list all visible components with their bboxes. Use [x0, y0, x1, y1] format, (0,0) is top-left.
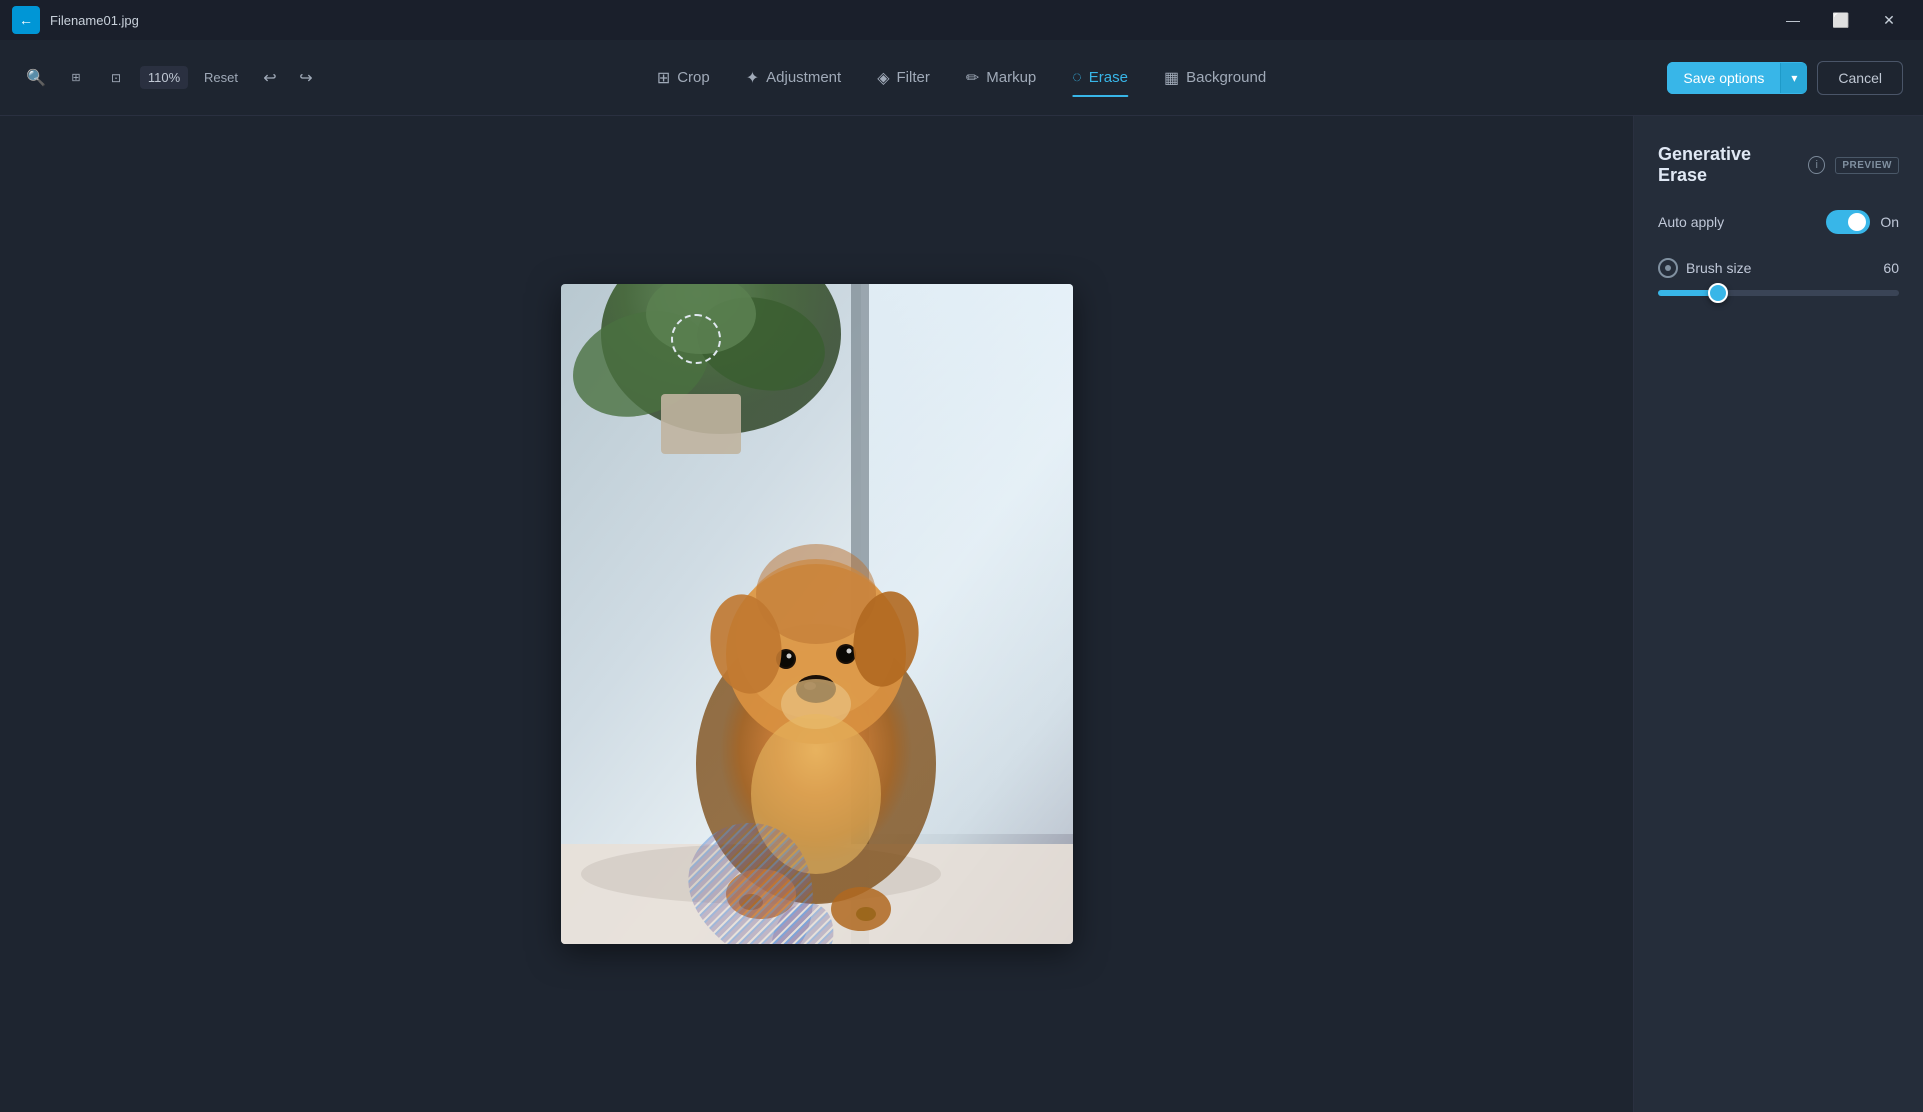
zoom-out-icon: 🔍 — [26, 68, 46, 88]
adjustment-icon: ✦ — [746, 68, 759, 88]
brush-size-slider-track — [1658, 290, 1899, 296]
panel-header: Generative Erase i PREVIEW — [1658, 144, 1899, 186]
zoom-level-display: 110% — [140, 66, 188, 89]
maximize-button[interactable]: ⬜ — [1819, 5, 1863, 35]
undo-redo-controls: ↩ ↪ — [254, 62, 322, 94]
tab-filter-label: Filter — [897, 69, 930, 86]
info-icon-label: i — [1816, 159, 1818, 171]
image-container — [561, 284, 1073, 944]
toolbar-left-controls: 🔍 ⊞ ⊡ 110% Reset ↩ ↪ — [20, 62, 322, 94]
toolbar-right-controls: Save options ▾ Cancel — [1667, 61, 1903, 95]
toggle-group: On — [1826, 210, 1899, 234]
brush-size-header: Brush size 60 — [1658, 258, 1899, 278]
zoom-in-button[interactable]: ⊞ — [60, 62, 92, 94]
back-button[interactable]: ← — [12, 6, 40, 34]
auto-apply-toggle[interactable] — [1826, 210, 1870, 234]
info-icon[interactable]: i — [1808, 156, 1825, 174]
tab-markup[interactable]: ✏ Markup — [950, 60, 1052, 96]
save-options-button[interactable]: Save options ▾ — [1667, 62, 1807, 94]
brush-label-group: Brush size — [1658, 258, 1751, 278]
filename-label: Filename01.jpg — [50, 13, 139, 28]
filter-icon: ◈ — [877, 68, 889, 88]
zoom-out-button[interactable]: 🔍 — [20, 62, 52, 94]
close-button[interactable]: ✕ — [1867, 5, 1911, 35]
titlebar: ← Filename01.jpg — ⬜ ✕ — [0, 0, 1923, 40]
erase-icon: ◌ — [1072, 69, 1082, 87]
tab-filter[interactable]: ◈ Filter — [861, 60, 946, 96]
panel-title: Generative Erase — [1658, 144, 1798, 186]
preview-badge[interactable]: PREVIEW — [1835, 157, 1899, 174]
tab-adjustment-label: Adjustment — [766, 69, 841, 86]
markup-icon: ✏ — [966, 68, 979, 88]
brush-size-icon — [1658, 258, 1678, 278]
save-options-main-button[interactable]: Save options — [1667, 62, 1780, 94]
back-icon: ← — [19, 12, 33, 28]
main-content: Generative Erase i PREVIEW Auto apply On… — [0, 116, 1923, 1112]
auto-apply-label: Auto apply — [1658, 214, 1724, 230]
brush-inner-dot — [1665, 265, 1671, 271]
redo-button[interactable]: ↪ — [290, 62, 322, 94]
save-options-dropdown-button[interactable]: ▾ — [1780, 63, 1807, 93]
reset-button[interactable]: Reset — [196, 66, 246, 89]
cancel-button[interactable]: Cancel — [1817, 61, 1903, 95]
toolbar: 🔍 ⊞ ⊡ 110% Reset ↩ ↪ ⊞ Crop ✦ Adjustment — [0, 40, 1923, 116]
tab-crop[interactable]: ⊞ Crop — [641, 60, 726, 96]
undo-button[interactable]: ↩ — [254, 62, 286, 94]
fit-view-button[interactable]: ⊡ — [100, 62, 132, 94]
auto-apply-row: Auto apply On — [1658, 210, 1899, 234]
undo-icon: ↩ — [263, 68, 276, 88]
zoom-in-icon: ⊞ — [71, 71, 80, 84]
window-controls: — ⬜ ✕ — [1771, 5, 1911, 35]
tab-erase[interactable]: ◌ Erase — [1056, 61, 1144, 95]
toolbar-nav-tabs: ⊞ Crop ✦ Adjustment ◈ Filter ✏ Markup ◌ … — [641, 60, 1282, 96]
background-icon: ▦ — [1164, 68, 1179, 88]
tab-background[interactable]: ▦ Background — [1148, 60, 1282, 96]
right-panel: Generative Erase i PREVIEW Auto apply On… — [1633, 116, 1923, 1112]
tab-adjustment[interactable]: ✦ Adjustment — [730, 60, 857, 96]
chevron-down-icon: ▾ — [1791, 71, 1797, 85]
minimize-button[interactable]: — — [1771, 5, 1815, 35]
tab-erase-label: Erase — [1089, 69, 1128, 86]
tab-markup-label: Markup — [986, 69, 1036, 86]
crop-icon: ⊞ — [657, 68, 670, 88]
dog-image — [561, 284, 1073, 944]
fit-icon: ⊡ — [111, 71, 121, 85]
erase-cursor — [671, 314, 721, 364]
brush-size-value: 60 — [1883, 260, 1899, 276]
tab-crop-label: Crop — [677, 69, 710, 86]
brush-size-label: Brush size — [1686, 260, 1751, 276]
toggle-state-label: On — [1880, 214, 1899, 230]
tab-background-label: Background — [1186, 69, 1266, 86]
brush-size-row: Brush size 60 — [1658, 258, 1899, 296]
redo-icon: ↪ — [299, 68, 312, 88]
titlebar-left: ← Filename01.jpg — [12, 6, 139, 34]
canvas-area[interactable] — [0, 116, 1633, 1112]
